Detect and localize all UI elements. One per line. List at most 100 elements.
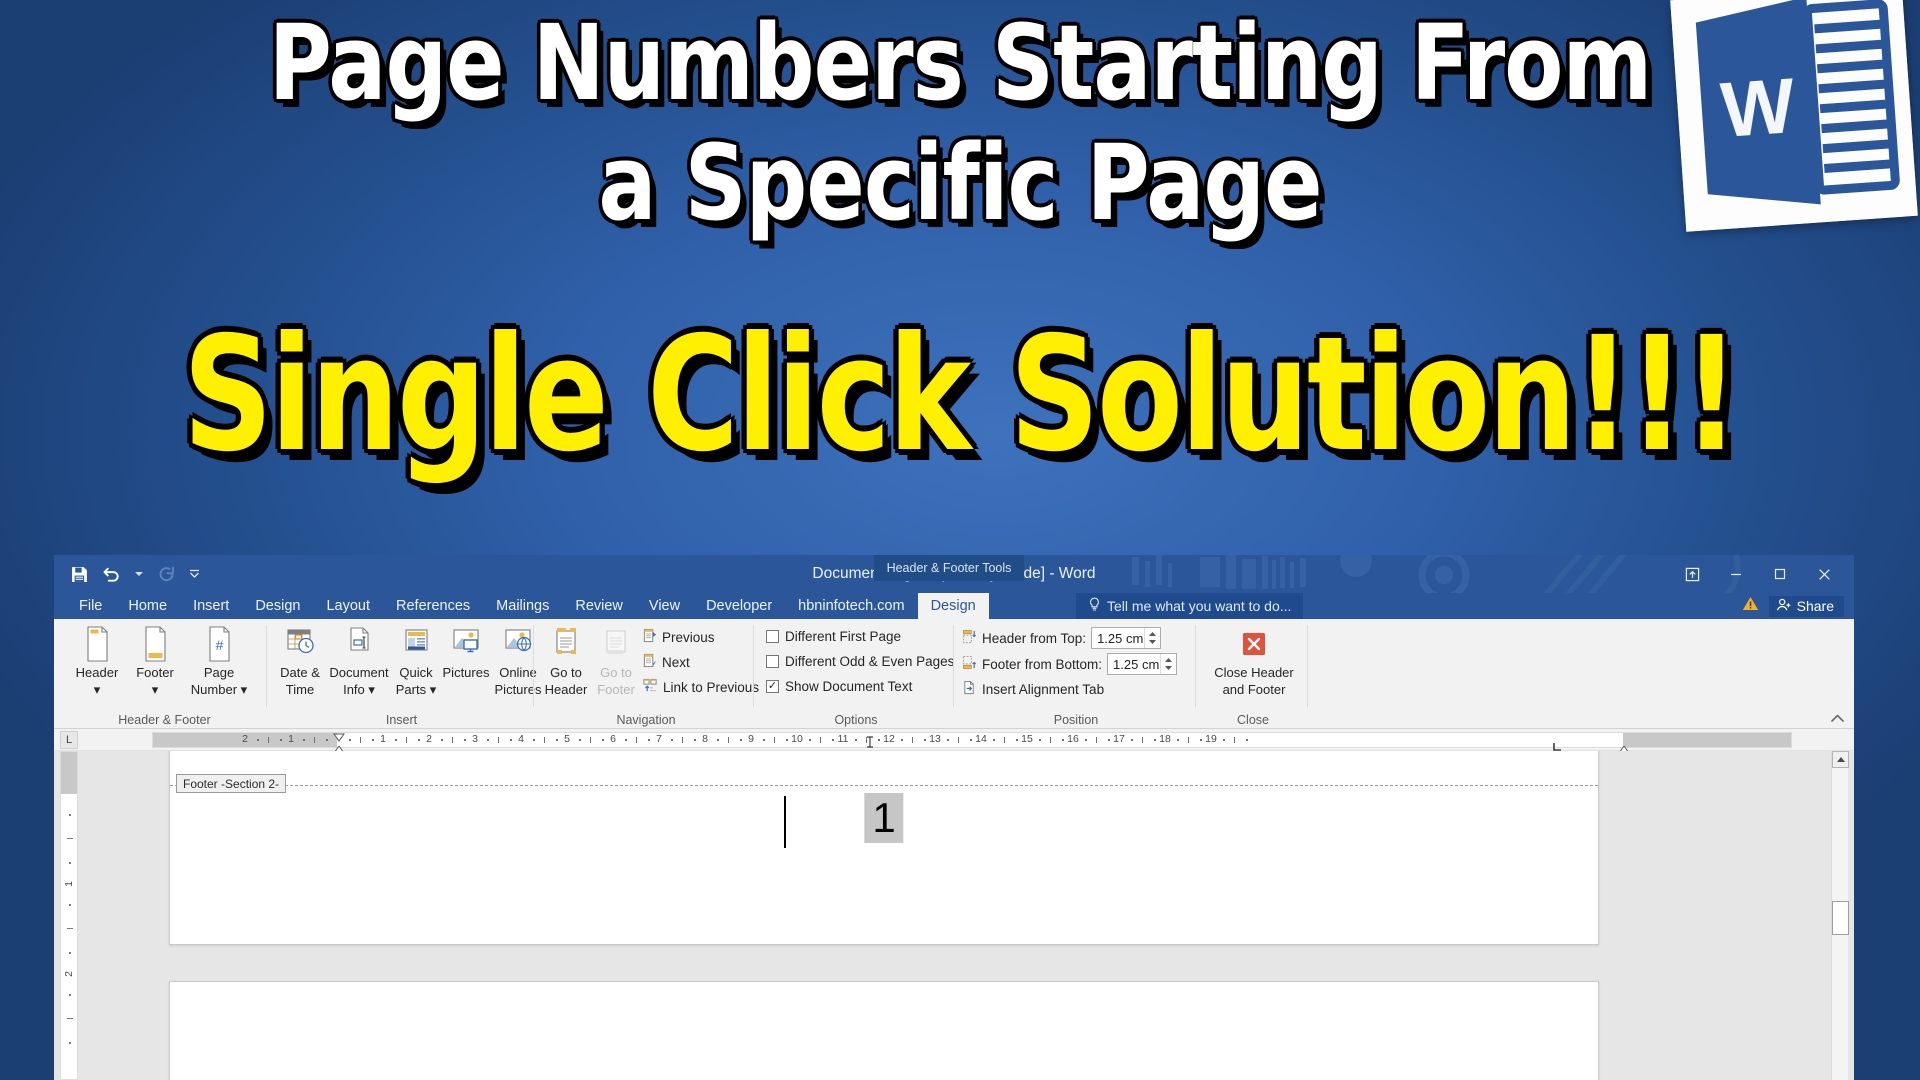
ruler-dot-tick [1130, 739, 1133, 741]
quick-parts-button[interactable]: Quick Parts ▾ [391, 623, 441, 697]
page-number-field[interactable]: 1 [864, 793, 904, 843]
document-info-button[interactable]: Document Info ▾ [327, 623, 391, 697]
contextual-tab-group-label: Header & Footer Tools [874, 555, 1024, 581]
close-header-footer-label-1: Close Header [1214, 665, 1294, 680]
footer-from-bottom-input[interactable] [1108, 656, 1161, 672]
ruler-pipe-tick [314, 737, 315, 743]
close-header-footer-label-2: and Footer [1222, 682, 1286, 697]
close-icon[interactable] [1802, 558, 1846, 590]
go-to-footer-label-1: Go to [600, 665, 632, 680]
footer-button[interactable]: Footer ▾ [124, 623, 186, 697]
ribbon-display-options-icon[interactable] [1670, 558, 1714, 590]
previous-button[interactable]: Previous [642, 628, 715, 646]
pictures-button[interactable]: Pictures [439, 623, 493, 680]
document-page-1[interactable]: Footer -Section 2- 1 [169, 751, 1599, 945]
group-separator [533, 625, 534, 707]
warning-icon[interactable] [1742, 596, 1759, 616]
document-page-2[interactable] [169, 981, 1599, 1080]
top-margin-zone [61, 752, 77, 794]
ribbon-tab-row: File Home Insert Design Layout Reference… [54, 593, 1854, 619]
different-odd-even-pages-checkbox[interactable]: Different Odd & Even Pages [766, 654, 954, 669]
next-button[interactable]: Next [642, 653, 690, 671]
close-header-and-footer-button[interactable]: Close Header and Footer [1208, 623, 1300, 697]
ribbon-group-position: Header from Top: 1.25 cm Footer from Bot… [956, 619, 1196, 729]
tab-review[interactable]: Review [562, 593, 636, 619]
spinner-arrows[interactable] [1144, 628, 1160, 648]
footer-dropdown-icon[interactable]: ▾ [124, 683, 186, 697]
spinner-arrows[interactable] [1160, 654, 1176, 674]
ribbon-group-close: Close Header and Footer Close [1198, 619, 1308, 729]
ruler-pipe-tick [1096, 737, 1097, 743]
different-first-page-checkbox[interactable]: Different First Page [766, 629, 901, 644]
restore-icon[interactable] [1758, 558, 1802, 590]
footer-from-bottom-label: Footer from Bottom: [982, 656, 1103, 672]
scrollbar-thumb[interactable] [1832, 901, 1849, 935]
collapse-ribbon-icon[interactable] [1828, 710, 1846, 726]
horizontal-ruler-row: L 2 1 1 2 3 4 5 6 7 8 9 10 11 12 13 14 15 16 17 18 19 [54, 729, 1854, 761]
link-to-previous-button[interactable]: Link to Previous [642, 678, 759, 696]
ruler-dot-tick [256, 739, 259, 741]
tab-design-header-footer[interactable]: Design [917, 593, 989, 619]
scroll-up-button[interactable] [1832, 751, 1849, 768]
ruler-dot-tick [739, 739, 742, 741]
ruler-number-12: 12 [883, 733, 895, 745]
header-dropdown-icon[interactable]: ▾ [66, 683, 128, 697]
tab-references[interactable]: References [383, 593, 483, 619]
headline-line-1: Page Numbers Starting From [268, 2, 1652, 124]
tab-file[interactable]: File [66, 593, 115, 619]
online-pictures-icon [491, 623, 545, 663]
link-to-previous-label: Link to Previous [663, 679, 760, 695]
show-document-text-checkbox[interactable]: ✓ Show Document Text [766, 679, 912, 694]
footer-from-bottom-spinner[interactable] [1107, 653, 1178, 675]
go-to-header-button[interactable]: Go to Header [540, 623, 592, 697]
share-button[interactable]: Share [1768, 595, 1844, 617]
date-and-time-button[interactable]: Date & Time [271, 623, 329, 697]
tab-home[interactable]: Home [115, 593, 180, 619]
minimize-icon[interactable] [1714, 558, 1758, 590]
ruler-pipe-tick [1004, 737, 1005, 743]
ribbon-group-options: Different First Page Different Odd & Eve… [758, 619, 954, 729]
vertical-scrollbar[interactable] [1831, 751, 1849, 1080]
go-to-footer-button[interactable]: Go to Footer [590, 623, 642, 697]
ruler-number-11: 11 [837, 733, 849, 745]
vertical-ruler-number-2: 2 [63, 971, 75, 977]
share-person-icon [1776, 598, 1792, 615]
horizontal-ruler[interactable]: 2 1 1 2 3 4 5 6 7 8 9 10 11 12 13 14 15 16 17 18 19 [152, 732, 1792, 761]
header-from-top-label: Header from Top: [982, 630, 1087, 646]
tab-layout[interactable]: Layout [313, 593, 383, 619]
tell-me-search[interactable]: Tell me what you want to do... [1076, 593, 1304, 619]
page-number-button[interactable]: # Page Number ▾ [180, 623, 258, 697]
footer-label: Footer [136, 665, 174, 680]
ruler-number-1: 1 [380, 733, 386, 745]
previous-label: Previous [662, 629, 715, 645]
online-pictures-button[interactable]: Online Pictures [491, 623, 545, 697]
vertical-ruler[interactable]: 1 2 [60, 751, 78, 1080]
tab-stop-selector[interactable]: L [60, 731, 78, 749]
group-label-navigation: Navigation [616, 713, 676, 727]
tab-insert[interactable]: Insert [180, 593, 242, 619]
header-from-top-input[interactable] [1092, 630, 1145, 646]
tab-developer[interactable]: Developer [693, 593, 785, 619]
tab-mailings[interactable]: Mailings [483, 593, 562, 619]
ruler-number-13: 13 [929, 733, 941, 745]
ruler-dot-tick [1199, 739, 1202, 741]
ruler-right-margin-number-17: 17 [1113, 733, 1125, 745]
header-button[interactable]: Header ▾ [66, 623, 128, 697]
tab-design[interactable]: Design [242, 593, 313, 619]
date-time-label-2: Time [285, 682, 315, 697]
pictures-label: Pictures [442, 665, 490, 680]
insert-alignment-tab-button[interactable]: Insert Alignment Tab [962, 680, 1104, 698]
pictures-icon [439, 623, 493, 663]
window-controls [1670, 555, 1846, 593]
header-from-top-spinner[interactable] [1091, 627, 1162, 649]
ruler-dot-tick [877, 739, 880, 741]
ruler-number-10: 10 [791, 733, 803, 745]
tab-view[interactable]: View [636, 593, 693, 619]
ruler-pipe-tick [498, 737, 499, 743]
ruler-pipe-tick [590, 737, 591, 743]
header-label: Header [75, 665, 119, 680]
group-separator [1307, 625, 1308, 707]
tab-hbninfotech[interactable]: hbninfotech.com [785, 593, 917, 619]
go-to-footer-icon [590, 623, 642, 663]
ruler-pipe-tick [1188, 737, 1189, 743]
